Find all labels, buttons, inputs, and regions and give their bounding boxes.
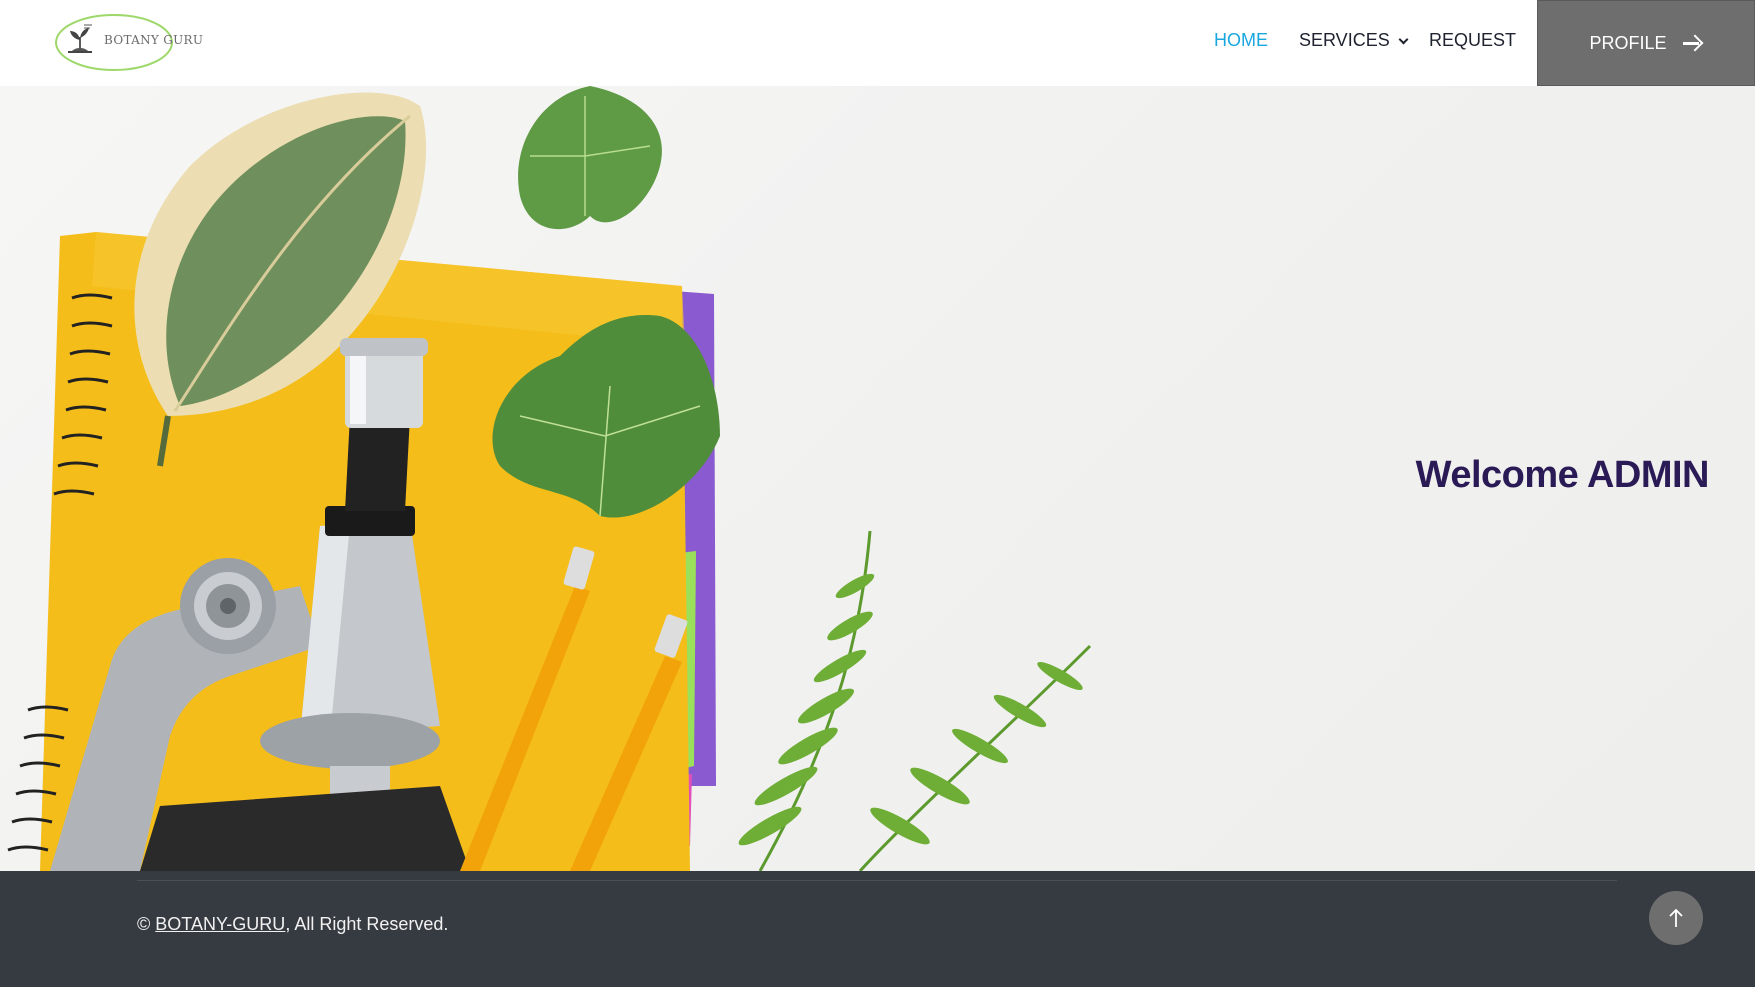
logo-text: BOTANY GURU [104, 33, 204, 47]
copyright-symbol: © [137, 914, 151, 934]
profile-button-label: PROFILE [1589, 32, 1667, 53]
copyright-text: © BOTANY-GURU, All Right Reserved. [137, 914, 448, 935]
nav-home[interactable]: HOME [1214, 30, 1268, 51]
brand-link[interactable]: BOTANY-GURU [155, 914, 285, 934]
footer-divider [137, 880, 1617, 881]
back-to-top-button[interactable] [1649, 891, 1703, 945]
footer: © BOTANY-GURU, All Right Reserved. [0, 871, 1755, 987]
nav-request[interactable]: REQUEST [1429, 30, 1516, 51]
arrow-right-icon [1682, 35, 1703, 51]
top-navbar: BOTANY GURU HOME SERVICES REQUEST PROFIL… [0, 0, 1755, 86]
profile-button[interactable]: PROFILE [1537, 0, 1755, 86]
rights-text: , All Right Reserved. [285, 914, 449, 934]
botany-guru-logo[interactable]: BOTANY GURU [54, 13, 203, 72]
nav-services[interactable]: SERVICES [1299, 30, 1409, 51]
hero-banner: Welcome ADMIN [0, 86, 1755, 871]
fern-leaves [758, 530, 1092, 871]
welcome-heading: Welcome ADMIN [1415, 454, 1710, 496]
chevron-down-icon [1398, 34, 1409, 45]
nav-services-label: SERVICES [1299, 30, 1390, 50]
arrow-up-icon [1669, 908, 1683, 927]
